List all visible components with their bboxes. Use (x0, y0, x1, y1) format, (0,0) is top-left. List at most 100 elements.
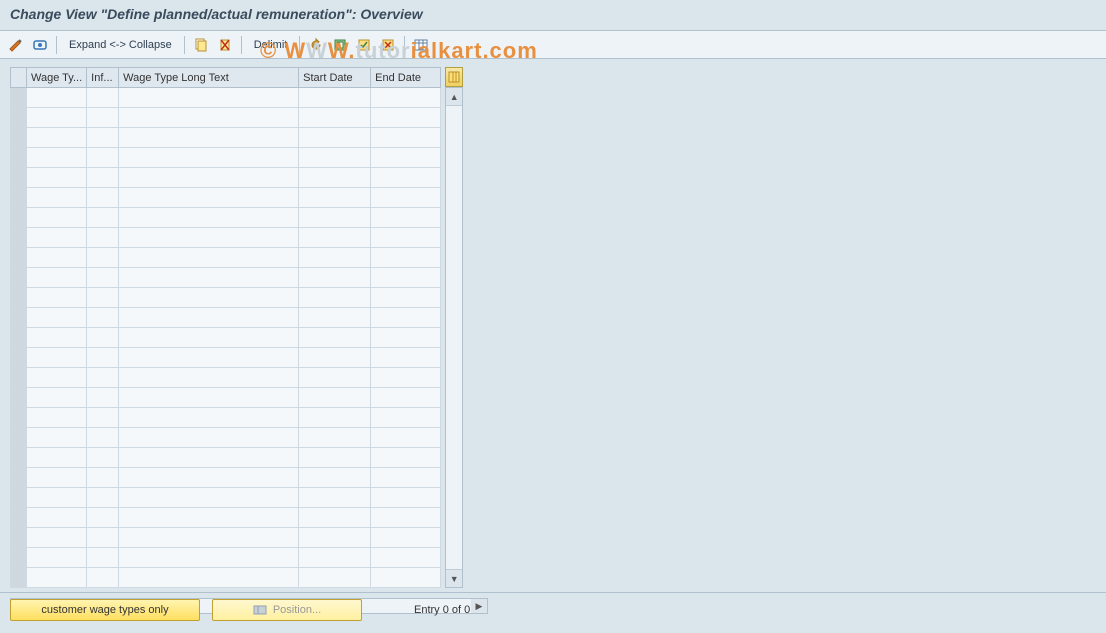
cell[interactable] (27, 448, 87, 468)
cell[interactable] (27, 508, 87, 528)
cell[interactable] (119, 128, 299, 148)
cell[interactable] (299, 528, 371, 548)
column-header[interactable]: End Date (371, 68, 441, 88)
row-selector[interactable] (11, 188, 27, 208)
cell[interactable] (299, 88, 371, 108)
row-selector[interactable] (11, 148, 27, 168)
deselect-all-icon[interactable] (378, 35, 398, 55)
row-selector[interactable] (11, 288, 27, 308)
cell[interactable] (119, 348, 299, 368)
cell[interactable] (87, 128, 119, 148)
cell[interactable] (119, 488, 299, 508)
cell[interactable] (119, 168, 299, 188)
scroll-up-icon[interactable]: ▲ (446, 88, 462, 106)
cell[interactable] (299, 488, 371, 508)
cell[interactable] (27, 568, 87, 588)
cell[interactable] (87, 248, 119, 268)
cell[interactable] (371, 128, 441, 148)
cell[interactable] (119, 468, 299, 488)
cell[interactable] (27, 188, 87, 208)
cell[interactable] (299, 468, 371, 488)
cell[interactable] (371, 508, 441, 528)
cell[interactable] (87, 228, 119, 248)
delete-icon[interactable] (215, 35, 235, 55)
row-selector[interactable] (11, 368, 27, 388)
cell[interactable] (87, 308, 119, 328)
cell[interactable] (27, 488, 87, 508)
row-selector[interactable] (11, 408, 27, 428)
cell[interactable] (299, 148, 371, 168)
cell[interactable] (371, 108, 441, 128)
cell[interactable] (87, 188, 119, 208)
cell[interactable] (371, 388, 441, 408)
cell[interactable] (119, 308, 299, 328)
column-header[interactable]: Wage Type Long Text (119, 68, 299, 88)
cell[interactable] (27, 208, 87, 228)
cell[interactable] (87, 448, 119, 468)
cell[interactable] (371, 248, 441, 268)
cell[interactable] (299, 108, 371, 128)
row-selector[interactable] (11, 568, 27, 588)
cell[interactable] (87, 388, 119, 408)
cell[interactable] (371, 368, 441, 388)
undo-icon[interactable] (306, 35, 326, 55)
cell[interactable] (27, 368, 87, 388)
cell[interactable] (371, 428, 441, 448)
row-selector[interactable] (11, 328, 27, 348)
cell[interactable] (87, 548, 119, 568)
row-selector[interactable] (11, 228, 27, 248)
row-selector[interactable] (11, 268, 27, 288)
cell[interactable] (119, 388, 299, 408)
expand-collapse-button[interactable]: Expand <-> Collapse (63, 39, 178, 51)
cell[interactable] (119, 508, 299, 528)
cell[interactable] (119, 268, 299, 288)
column-header[interactable]: Start Date (299, 68, 371, 88)
cell[interactable] (371, 408, 441, 428)
cell[interactable] (371, 288, 441, 308)
row-selector[interactable] (11, 308, 27, 328)
row-selector-header[interactable] (11, 68, 27, 88)
cell[interactable] (87, 268, 119, 288)
vertical-scrollbar[interactable]: ▲ ▼ (445, 87, 463, 588)
cell[interactable] (299, 168, 371, 188)
cell[interactable] (87, 368, 119, 388)
customer-wage-types-button[interactable]: customer wage types only (10, 599, 200, 621)
cell[interactable] (371, 168, 441, 188)
cell[interactable] (371, 548, 441, 568)
cell[interactable] (299, 128, 371, 148)
cell[interactable] (119, 188, 299, 208)
row-selector[interactable] (11, 128, 27, 148)
cell[interactable] (119, 228, 299, 248)
cell[interactable] (299, 508, 371, 528)
cell[interactable] (119, 88, 299, 108)
cell[interactable] (87, 568, 119, 588)
cell[interactable] (371, 188, 441, 208)
cell[interactable] (87, 168, 119, 188)
cell[interactable] (371, 208, 441, 228)
cell[interactable] (87, 108, 119, 128)
cell[interactable] (299, 448, 371, 468)
cell[interactable] (371, 228, 441, 248)
row-selector[interactable] (11, 508, 27, 528)
scroll-track[interactable] (446, 106, 462, 569)
other-view-icon[interactable] (30, 35, 50, 55)
column-header[interactable]: Inf... (87, 68, 119, 88)
cell[interactable] (299, 568, 371, 588)
row-selector[interactable] (11, 528, 27, 548)
cell[interactable] (299, 408, 371, 428)
copy-icon[interactable] (191, 35, 211, 55)
cell[interactable] (119, 448, 299, 468)
cell[interactable] (371, 328, 441, 348)
cell[interactable] (119, 148, 299, 168)
cell[interactable] (87, 208, 119, 228)
cell[interactable] (119, 548, 299, 568)
cell[interactable] (87, 468, 119, 488)
cell[interactable] (371, 488, 441, 508)
row-selector[interactable] (11, 448, 27, 468)
cell[interactable] (299, 268, 371, 288)
row-selector[interactable] (11, 248, 27, 268)
cell[interactable] (27, 308, 87, 328)
cell[interactable] (87, 508, 119, 528)
cell[interactable] (27, 348, 87, 368)
row-selector[interactable] (11, 88, 27, 108)
